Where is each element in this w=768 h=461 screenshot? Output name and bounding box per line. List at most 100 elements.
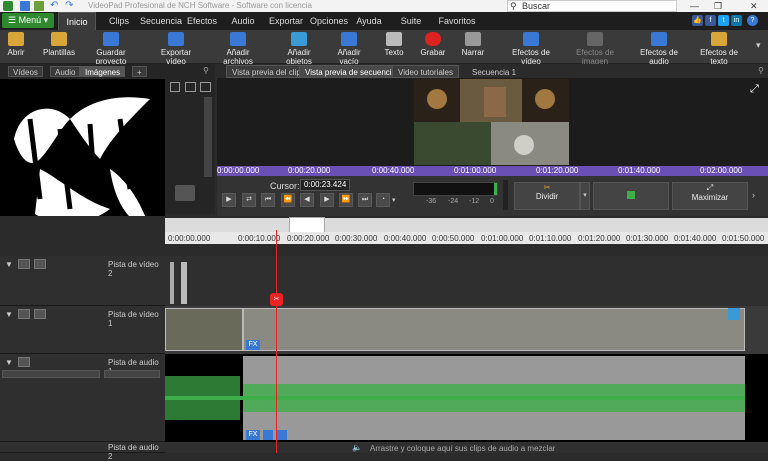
- play-icon[interactable]: ▶: [222, 193, 236, 207]
- narrate-button[interactable]: Narrar: [458, 32, 488, 62]
- speed-icon[interactable]: ◔: [376, 193, 390, 207]
- bin-pin-icon[interactable]: ⚲: [203, 66, 209, 75]
- tab-video-tutorials[interactable]: Video tutoriales: [392, 65, 459, 78]
- tab-clips[interactable]: Clips: [104, 12, 134, 30]
- maximize-icon[interactable]: ❐: [714, 0, 722, 12]
- video-clip-main[interactable]: [243, 308, 745, 351]
- snapshot-button[interactable]: [593, 182, 669, 210]
- image-effects-button[interactable]: Efectos de imagen: [564, 32, 626, 66]
- collapse-icon[interactable]: ▼: [5, 310, 13, 319]
- speed-dropdown-icon[interactable]: ▾: [392, 196, 396, 204]
- tab-inicio[interactable]: Inicio: [58, 12, 96, 30]
- collapse-icon[interactable]: ▼: [5, 260, 13, 269]
- maximize-button[interactable]: ⤢ Maximizar: [672, 182, 748, 210]
- tab-suite-nch[interactable]: Suite NCH: [390, 12, 432, 44]
- tab-clip-preview[interactable]: Vista previa del clip: [226, 65, 307, 78]
- add-blank-button[interactable]: Añadir vacío: [328, 32, 370, 66]
- go-end-icon[interactable]: ⏭: [358, 193, 372, 207]
- collapse-icon[interactable]: ▼: [5, 358, 13, 367]
- save-project-button[interactable]: Guardar proyecto: [82, 32, 140, 66]
- split-button[interactable]: ✂ Dividir: [514, 182, 580, 210]
- record-label: Grabar: [420, 48, 446, 57]
- audio-effects-button[interactable]: Efectos de audio: [630, 32, 688, 66]
- tab-sequence-preview[interactable]: Vista previa de secuencia: [299, 65, 403, 78]
- audio-clip-volume-icon[interactable]: [263, 430, 273, 440]
- speaker-icon[interactable]: [18, 357, 30, 367]
- image-clip-marker[interactable]: [170, 262, 174, 304]
- save-quick-icon[interactable]: [20, 1, 30, 11]
- add-files-button[interactable]: Añadir archivos: [212, 32, 264, 66]
- add-bin-tab[interactable]: +: [132, 66, 147, 77]
- timeline-scrollbar[interactable]: [165, 218, 768, 232]
- cursor-time-field[interactable]: 0:00:23.424: [300, 179, 350, 191]
- text-effects-button[interactable]: Efectos de texto: [692, 32, 746, 66]
- timeline-zoom-window[interactable]: [289, 217, 325, 233]
- more-controls-icon[interactable]: ›: [752, 190, 755, 200]
- tab-audio[interactable]: Audio: [228, 12, 258, 30]
- bin-scrollbar[interactable]: [204, 97, 212, 177]
- loop-icon[interactable]: ⇄: [242, 193, 256, 207]
- volume-slider[interactable]: [2, 370, 100, 378]
- next-frame-icon[interactable]: ⏩: [339, 193, 353, 207]
- sequence-preview-video[interactable]: [414, 79, 569, 165]
- track-name: Pista de audio 2: [108, 443, 159, 461]
- go-start-icon[interactable]: ⏮: [261, 193, 275, 207]
- like-icon[interactable]: 👍: [692, 15, 703, 26]
- record-button[interactable]: Grabar: [418, 32, 448, 62]
- split-dropdown-icon[interactable]: ▾: [580, 182, 590, 210]
- step-forward-icon[interactable]: ▶: [320, 193, 334, 207]
- facebook-icon[interactable]: f: [705, 15, 716, 26]
- quick-access-icon[interactable]: [34, 1, 44, 11]
- tab-secuencia[interactable]: Secuencia: [140, 12, 182, 30]
- video-clip-intro[interactable]: [165, 308, 243, 351]
- redo-icon[interactable]: ↷: [65, 0, 73, 11]
- open-button[interactable]: Abrir: [2, 32, 30, 62]
- fx-badge[interactable]: FX: [246, 430, 260, 440]
- tab-ayuda[interactable]: Ayuda: [354, 12, 384, 30]
- track-group-icon[interactable]: [34, 309, 46, 319]
- prev-frame-icon[interactable]: ⏪: [281, 193, 295, 207]
- fullscreen-icon[interactable]: ⤢: [750, 83, 759, 96]
- tab-efectos[interactable]: Efectos: [186, 12, 218, 30]
- text-button[interactable]: Texto: [380, 32, 408, 62]
- templates-button[interactable]: Plantillas: [40, 32, 78, 62]
- image-clip-marker[interactable]: [181, 262, 187, 304]
- minimize-icon[interactable]: —: [690, 0, 699, 12]
- tab-audio-bin[interactable]: Audio: [50, 66, 81, 77]
- undo-icon[interactable]: ↶: [50, 0, 58, 11]
- tab-exportar[interactable]: Exportar: [268, 12, 304, 30]
- volume-slider[interactable]: [503, 180, 508, 210]
- tab-opciones[interactable]: Opciones: [310, 12, 348, 30]
- help-icon[interactable]: ?: [747, 15, 758, 26]
- audio-clip-link-icon[interactable]: [277, 430, 287, 440]
- fx-badge[interactable]: FX: [246, 340, 260, 350]
- audio-level-meter: [413, 182, 498, 196]
- split-marker-icon[interactable]: ✂: [270, 293, 283, 306]
- preview-pin-icon[interactable]: ⚲: [758, 66, 764, 75]
- step-back-icon[interactable]: ◀: [300, 193, 314, 207]
- tab-images[interactable]: Imágenes: [80, 66, 126, 77]
- track-group-icon[interactable]: [34, 259, 46, 269]
- linkedin-icon[interactable]: in: [731, 15, 742, 26]
- export-video-button[interactable]: Exportar vídeo: [150, 32, 202, 66]
- timeline-tick: 0:01:50.000: [722, 234, 765, 243]
- eye-icon[interactable]: [18, 309, 30, 319]
- add-objects-button[interactable]: Añadir objetos: [274, 32, 324, 66]
- more-icon[interactable]: ▾: [756, 40, 761, 51]
- eye-icon[interactable]: [18, 259, 30, 269]
- transition-icon[interactable]: [728, 308, 740, 320]
- menu-button[interactable]: ☰ Menú ▾: [2, 13, 54, 28]
- video-effects-button[interactable]: Efectos de vídeo: [502, 32, 560, 66]
- search-input[interactable]: ⚲ Buscar: [507, 0, 677, 12]
- bin-list-view-icon[interactable]: [200, 82, 211, 92]
- bin-folder-icon[interactable]: [185, 82, 196, 92]
- bin-delete-icon[interactable]: [170, 82, 180, 92]
- tab-sequence-1[interactable]: Secuencia 1: [466, 65, 523, 78]
- pan-slider[interactable]: [104, 370, 160, 378]
- close-icon[interactable]: ✕: [750, 0, 758, 12]
- tab-favoritos[interactable]: Favoritos: [436, 12, 478, 30]
- twitter-icon[interactable]: t: [718, 15, 729, 26]
- video-track-2-body[interactable]: [165, 256, 768, 306]
- playhead[interactable]: [276, 230, 277, 453]
- tab-videos[interactable]: Vídeos: [8, 66, 43, 77]
